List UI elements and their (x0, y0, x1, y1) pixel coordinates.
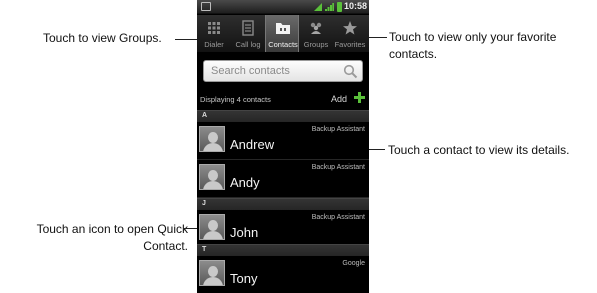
status-time: 10:58 (344, 1, 368, 11)
tab-groups[interactable]: Groups (299, 15, 333, 52)
notification-icon (201, 2, 211, 11)
groups-icon (310, 22, 322, 34)
contact-name: John (230, 225, 259, 240)
section-letter: J (202, 200, 206, 207)
section-letter: A (202, 112, 208, 119)
tab-dialer-label: Dialer (204, 40, 224, 49)
battery-icon (337, 2, 342, 12)
quick-contact-avatar[interactable] (199, 126, 225, 152)
tab-dialer[interactable]: Dialer (197, 15, 231, 52)
contacts-count: Displaying 4 contacts (200, 95, 271, 104)
contacts-icon (276, 23, 290, 34)
call-log-icon (242, 20, 254, 36)
contact-name: Tony (230, 271, 258, 286)
contact-row-tony[interactable]: Tony Google (197, 257, 369, 293)
callout-contact-details: Touch a contact to view its details. (388, 143, 570, 157)
quick-contact-avatar[interactable] (199, 260, 225, 286)
quick-contact-avatar[interactable] (199, 214, 225, 240)
contact-name: Andrew (230, 137, 275, 152)
tab-call-log[interactable]: Call log (231, 15, 265, 52)
search-icon[interactable] (343, 64, 358, 79)
contact-account: Backup Assistant (311, 214, 365, 221)
status-bar: 10:58 (197, 0, 369, 14)
tab-groups-label: Groups (303, 40, 329, 49)
contact-row-andy[interactable]: Andy Backup Assistant (197, 161, 369, 198)
quick-contact-avatar[interactable] (199, 164, 225, 190)
callout-quick-contact: Touch an icon to open Quick Contact. (36, 222, 188, 253)
search-placeholder: Search contacts (211, 65, 290, 77)
tab-favorites-label: Favorites (334, 40, 366, 49)
dialer-icon (208, 22, 220, 34)
tab-call-log-label: Call log (235, 40, 261, 49)
add-contact-button[interactable]: Add (331, 94, 347, 104)
star-icon (343, 21, 357, 35)
contact-account: Backup Assistant (311, 164, 365, 171)
contact-account: Backup Assistant (311, 126, 365, 133)
search-input[interactable]: Search contacts (203, 60, 363, 82)
contact-name: Andy (230, 175, 260, 190)
contacts-count-bar: Displaying 4 contacts Add (197, 88, 369, 110)
tab-contacts-label: Contacts (268, 40, 298, 49)
tab-contacts[interactable]: Contacts (265, 15, 299, 52)
callout-favorites: Touch to view only your favorite contact… (389, 30, 557, 61)
signal-icon (325, 3, 334, 11)
section-letter: T (202, 246, 207, 253)
plus-icon[interactable] (354, 92, 365, 103)
section-header-j: J (197, 198, 369, 210)
tab-favorites[interactable]: Favorites (333, 15, 367, 52)
phone-screen: 10:58 Dialer Call log Contacts Groups Fa… (197, 0, 369, 293)
section-header-t: T (197, 244, 369, 256)
contact-row-john[interactable]: John Backup Assistant (197, 211, 369, 248)
tab-bar: Dialer Call log Contacts Groups Favorite… (197, 15, 369, 52)
contact-account: Google (342, 260, 365, 267)
section-header-a: A (197, 110, 369, 122)
contact-row-andrew[interactable]: Andrew Backup Assistant (197, 123, 369, 160)
wifi-icon (314, 3, 322, 11)
